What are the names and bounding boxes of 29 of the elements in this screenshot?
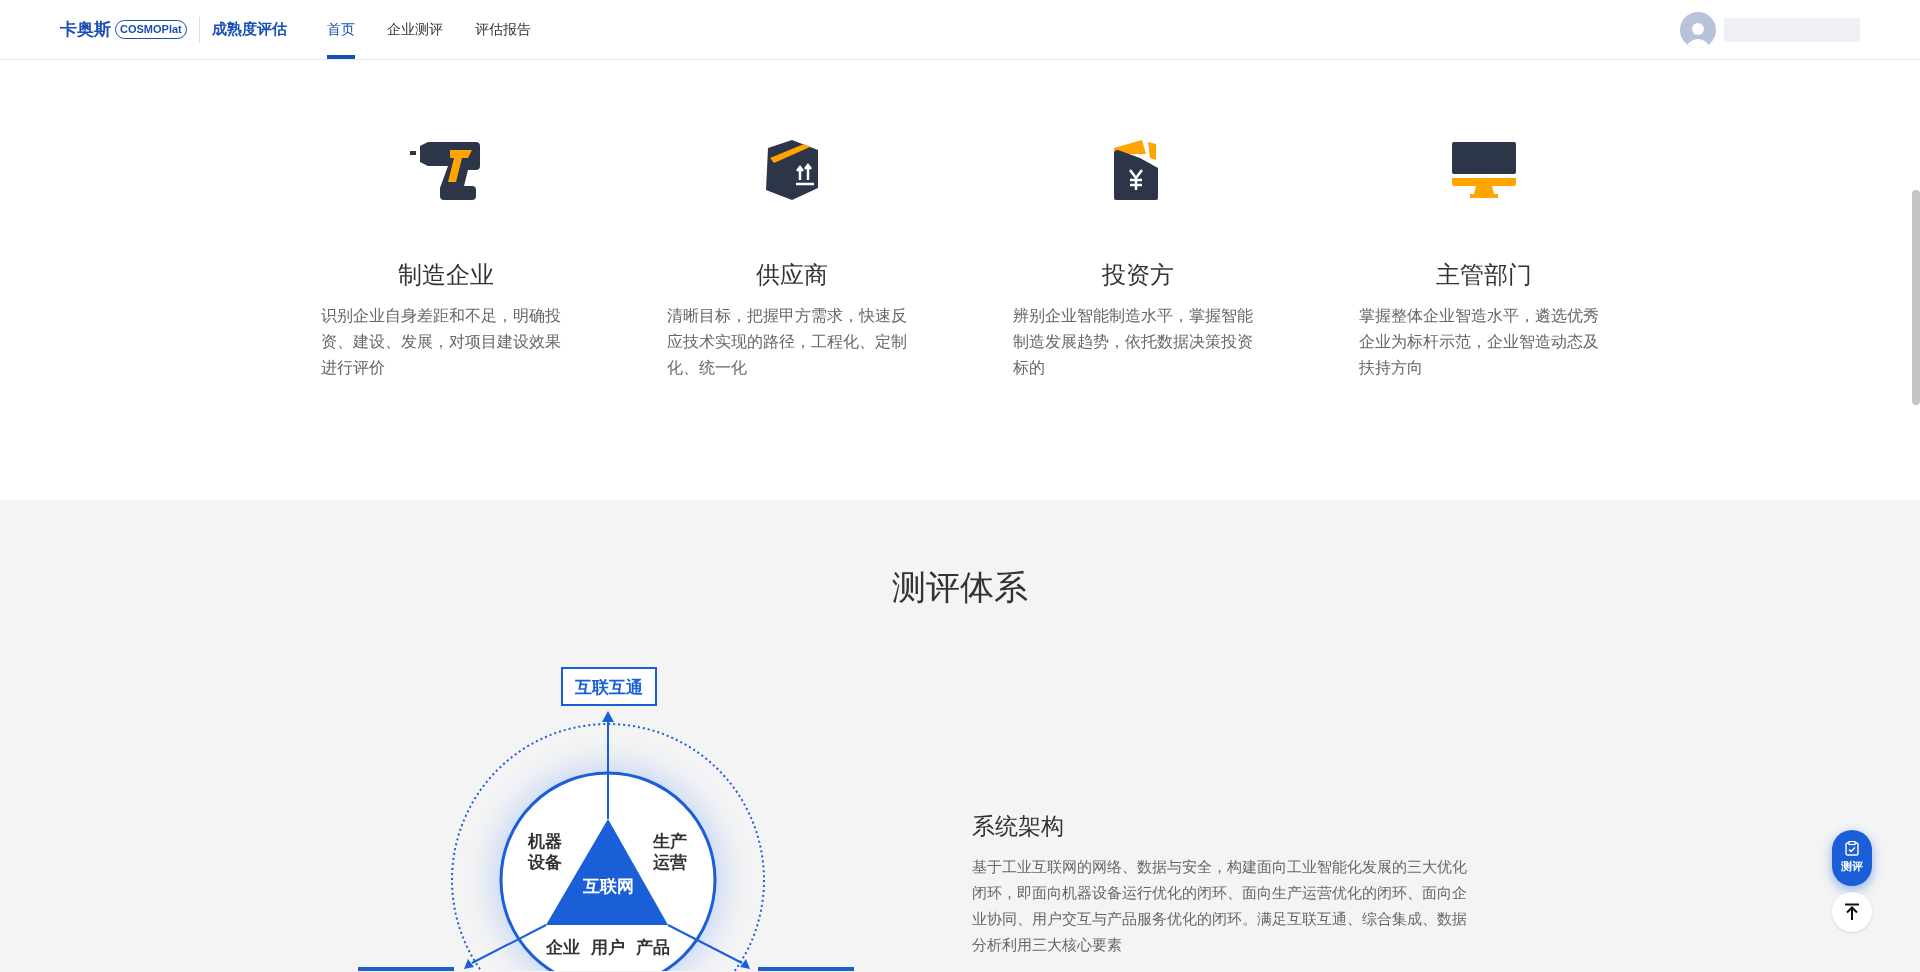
card-description: 辨别企业智能制造水平，掌握智能制造发展趋势，依托数据决策投资标的 [1013, 306, 1254, 378]
clipboard-check-icon [1845, 841, 1859, 857]
node-label: 机器 [528, 832, 562, 851]
center-label: 互联网 [582, 877, 634, 896]
card-title: 供应商 [755, 260, 829, 290]
node-label: 用户 [591, 938, 625, 957]
architecture-title: 系统架构 [972, 812, 1065, 841]
product-name: 成熟度评估 [211, 19, 287, 40]
card-title: 制造企业 [397, 260, 495, 290]
logo-brand[interactable]: 卡奥斯 [60, 16, 111, 43]
nav-tab[interactable]: 企业测评 [386, 0, 443, 59]
monitor-icon [1450, 140, 1518, 200]
node-label: 产品 [636, 938, 670, 957]
card-description: 识别企业自身差距和不足，明确投资、建设、发展，对项目建设效果进行评价 [321, 306, 562, 378]
card-title: 主管部门 [1435, 260, 1533, 290]
arrow-up-icon [1844, 903, 1860, 921]
architecture-description: 基于工业互联网的网络、数据与安全，构建面向工业智能化发展的三大优化闭环，即面向机器设备运行优化的闭环、面向生产运营优化的闭环、面向企业协同、用户交互与产品服务优化的闭环。满足互联互通、综合集成、数据分析利用三大核心要素 [972, 856, 1467, 955]
node-label: 企业 [546, 938, 580, 957]
section-title: 测评体系 [892, 567, 1028, 608]
card-title: 投资方 [1101, 260, 1175, 290]
node-label: 运营 [653, 853, 687, 872]
node-label: 设备 [528, 853, 562, 872]
scrollbar-thumb[interactable] [1912, 190, 1920, 405]
avatar-icon[interactable] [1680, 11, 1716, 48]
node-label: 生产 [653, 832, 687, 851]
card-description: 清晰目标，把握甲方需求，快速反应技术实现的路径，工程化、定制化、统一化 [667, 306, 908, 378]
card-description: 掌握整体企业智造水平，遴选优秀企业为标杆示范，企业智造动态及扶持方向 [1359, 306, 1600, 378]
top-box-label: 互联互通 [575, 678, 643, 697]
nav-tab[interactable]: 评估报告 [474, 0, 531, 59]
